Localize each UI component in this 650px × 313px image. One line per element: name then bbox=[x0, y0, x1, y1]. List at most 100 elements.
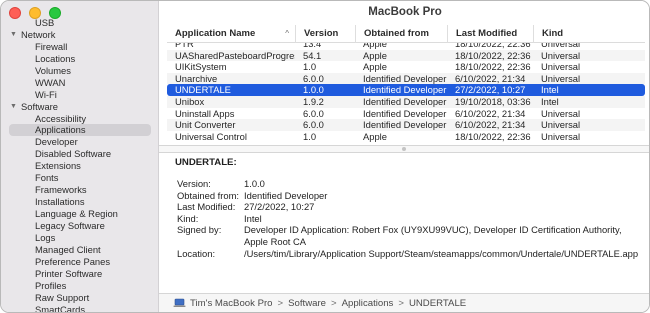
sidebar-item-language-region[interactable]: Language & Region bbox=[1, 208, 158, 220]
table-row[interactable]: UASharedPasteboardProgressUI 54.1 Apple 18/… bbox=[167, 49, 645, 62]
close-button[interactable] bbox=[9, 7, 21, 19]
zoom-button[interactable] bbox=[49, 7, 61, 19]
table-cell: PTR bbox=[175, 43, 194, 49]
sidebar-item-label: Logs bbox=[35, 231, 56, 243]
sidebar-item-label: Frameworks bbox=[35, 184, 87, 196]
breadcrumb-item[interactable]: Tim's MacBook Pro bbox=[190, 298, 273, 309]
table-row[interactable]: Unarchive 6.0.0 Identified Developer 6/10/2… bbox=[167, 72, 645, 85]
sidebar-item-label: Firewall bbox=[35, 40, 68, 52]
sidebar-tree: USB ▼ Network Firewall Locations Volumes WWAN W… bbox=[1, 17, 158, 313]
table-cell: Identified Developer bbox=[363, 96, 447, 107]
detail-field-value: 1.0.0 bbox=[244, 178, 265, 189]
table-cell: 6/10/2022, 21:34 bbox=[455, 119, 526, 131]
table-cell: 54.1 bbox=[303, 49, 322, 61]
table-cell: Universal bbox=[541, 119, 581, 131]
column-header-kind[interactable]: Kind bbox=[533, 25, 645, 43]
detail-field-value: 27/2/2022, 10:27 bbox=[244, 201, 315, 213]
table-cell: 1.0 bbox=[303, 61, 317, 73]
column-header-label: Obtained from bbox=[364, 28, 429, 39]
table-row[interactable]: Universal Control 1.0 Apple 18/10/2022, 22:… bbox=[167, 131, 645, 143]
sidebar-item-disabled-software[interactable]: Disabled Software bbox=[1, 148, 158, 160]
table-cell: Universal bbox=[541, 72, 581, 84]
detail-field: Kind: Intel bbox=[177, 213, 643, 225]
pane-splitter[interactable] bbox=[159, 145, 649, 153]
sidebar-item-fonts[interactable]: Fonts bbox=[1, 172, 158, 184]
column-header-obtained-from[interactable]: Obtained from bbox=[355, 25, 447, 43]
table-cell: 6.0.0 bbox=[303, 119, 324, 131]
table-row[interactable]: PTR 13.4 Apple 18/10/2022, 22:36 Universal bbox=[167, 43, 645, 50]
breadcrumb-separator-icon: > bbox=[331, 298, 337, 309]
detail-field: Signed by: Developer ID Application: Robe… bbox=[177, 224, 643, 247]
table-cell: 13.4 bbox=[303, 43, 322, 49]
table-cell: Uninstall Apps bbox=[175, 107, 235, 119]
sidebar-item-label: Disabled Software bbox=[35, 148, 112, 160]
splitter-handle-icon[interactable] bbox=[402, 147, 406, 151]
column-header-application-name[interactable]: Application Name ^ bbox=[167, 25, 295, 43]
sidebar-item-printer-software[interactable]: Printer Software bbox=[1, 268, 158, 280]
sidebar-item-preference-panes[interactable]: Preference Panes bbox=[1, 256, 158, 268]
table-cell: Unit Converter bbox=[175, 119, 236, 131]
table-cell: UASharedPasteboardProgressUI bbox=[175, 49, 295, 61]
sidebar-item-label: Locations bbox=[35, 52, 76, 64]
column-header-label: Kind bbox=[542, 28, 564, 39]
column-header-last-modified[interactable]: Last Modified bbox=[447, 25, 533, 43]
sidebar-item-smartcards[interactable]: SmartCards bbox=[1, 304, 158, 313]
main-pane: MacBook Pro Application Name ^ Version Obta… bbox=[159, 1, 649, 312]
disclosure-triangle-icon[interactable]: ▼ bbox=[10, 101, 17, 113]
sidebar-item-applications[interactable]: Applications bbox=[9, 124, 151, 137]
table-row[interactable]: UIKitSystem 1.0 Apple 18/10/2022, 22:36 Univ… bbox=[167, 61, 645, 73]
sidebar-item-logs[interactable]: Logs bbox=[1, 231, 158, 244]
sidebar-item-extensions[interactable]: Extensions bbox=[1, 160, 158, 172]
sidebar-item-network[interactable]: ▼ Network bbox=[1, 28, 158, 41]
window-title: MacBook Pro bbox=[368, 6, 442, 18]
sidebar-item-frameworks[interactable]: Frameworks bbox=[1, 184, 158, 196]
sidebar-item-locations[interactable]: Locations bbox=[1, 52, 158, 65]
window-controls bbox=[9, 7, 61, 19]
column-header-version[interactable]: Version bbox=[295, 25, 355, 43]
sidebar-item-wwan[interactable]: WWAN bbox=[1, 77, 158, 89]
breadcrumb-item[interactable]: Software bbox=[288, 298, 326, 309]
breadcrumb-item[interactable]: UNDERTALE bbox=[409, 298, 466, 309]
sidebar-item-installations[interactable]: Installations bbox=[1, 196, 158, 208]
detail-field: Last Modified: 27/2/2022, 10:27 bbox=[177, 201, 643, 213]
sidebar-item-raw-support[interactable]: Raw Support bbox=[1, 291, 158, 304]
detail-field-label: Last Modified: bbox=[177, 201, 236, 213]
table-cell: Universal bbox=[541, 107, 581, 119]
table-cell: 18/10/2022, 22:36 bbox=[455, 61, 531, 73]
sidebar-item-firewall[interactable]: Firewall bbox=[1, 40, 158, 53]
breadcrumb-separator-icon: > bbox=[277, 298, 284, 309]
sidebar-item-label: Volumes bbox=[35, 64, 71, 76]
table-row[interactable]: Uninstall Apps 6.0.0 Identified Developer 6… bbox=[167, 108, 645, 120]
detail-field-label: Kind: bbox=[177, 212, 199, 224]
table-row[interactable]: Unit Converter 6.0.0 Identified Developer 6… bbox=[167, 119, 645, 131]
table-body[interactable]: PTR 13.4 Apple 18/10/2022, 22:36 Universal UA… bbox=[167, 43, 645, 145]
sidebar-item-managed-client[interactable]: Managed Client bbox=[1, 243, 158, 256]
sidebar-item-label: Network bbox=[21, 28, 56, 40]
table-cell: 18/10/2022, 22:36 bbox=[455, 49, 531, 61]
sidebar-item-volumes[interactable]: Volumes bbox=[1, 64, 158, 77]
sidebar-item-software[interactable]: ▼ Software bbox=[1, 101, 158, 113]
detail-field-label: Version: bbox=[177, 178, 211, 189]
sidebar-item-label: Language & Region bbox=[35, 208, 118, 219]
table-cell: 6.0.0 bbox=[303, 107, 324, 119]
table-cell: Unarchive bbox=[175, 72, 218, 84]
table-cell: Identified Developer bbox=[363, 84, 447, 96]
sidebar-item-label: Raw Support bbox=[35, 291, 90, 303]
sidebar-item-label: Managed Client bbox=[35, 243, 101, 255]
disclosure-triangle-icon[interactable]: ▼ bbox=[10, 29, 17, 41]
minimize-button[interactable] bbox=[29, 7, 41, 19]
sidebar-item-wi-fi[interactable]: Wi-Fi bbox=[1, 89, 158, 101]
breadcrumb-item[interactable]: Applications bbox=[342, 298, 394, 309]
sidebar-item-accessibility[interactable]: Accessibility bbox=[1, 113, 158, 125]
sidebar-item-legacy-software[interactable]: Legacy Software bbox=[1, 220, 158, 232]
sidebar-item-profiles[interactable]: Profiles bbox=[1, 280, 158, 292]
sidebar-item-developer[interactable]: Developer bbox=[1, 136, 158, 148]
breadcrumb-path: Tim's MacBook Pro > Software > Applications >… bbox=[190, 298, 466, 309]
table-row[interactable]: UNDERTALE 1.0.0 Identified Developer 27/2/2… bbox=[167, 84, 645, 96]
detail-field-value: Identified Developer bbox=[244, 189, 328, 201]
sidebar-item-label: Extensions bbox=[35, 160, 81, 172]
table-cell: 1.0.0 bbox=[303, 84, 324, 96]
sort-ascending-icon[interactable]: ^ bbox=[285, 25, 289, 43]
table-row[interactable]: Unibox 1.9.2 Identified Developer 19/10/201… bbox=[167, 96, 645, 108]
table-cell: Identified Developer bbox=[363, 119, 447, 131]
